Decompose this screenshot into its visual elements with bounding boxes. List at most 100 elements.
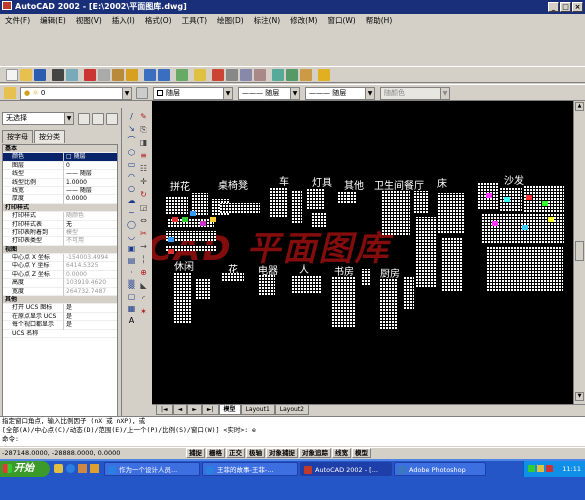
trim-icon[interactable]: ✂ (139, 229, 148, 238)
properties-icon[interactable] (272, 69, 284, 81)
quicklaunch-media-icon[interactable] (78, 464, 87, 473)
property-row[interactable]: 中心点 X 坐标 -154003.4994 (3, 254, 117, 263)
toggle-otrack[interactable]: 对象追踪 (299, 448, 331, 458)
redo-icon[interactable] (158, 69, 170, 81)
task-autocad[interactable]: AutoCAD 2002 - [... (300, 462, 392, 476)
scroll-down-icon[interactable]: ▼ (575, 392, 584, 401)
cad-block[interactable] (416, 217, 436, 287)
prev-tab-icon[interactable]: ◄ (172, 405, 188, 415)
menu-view[interactable]: 视图(V) (71, 14, 107, 28)
cad-block[interactable] (307, 189, 325, 209)
menu-tools[interactable]: 工具(T) (177, 14, 212, 28)
explode-icon[interactable]: ✶ (139, 307, 148, 316)
property-row[interactable]: 线宽 —— 随层 (3, 186, 117, 196)
fillet-icon[interactable]: ◜ (139, 294, 148, 303)
menu-file[interactable]: 文件(F) (0, 14, 35, 28)
menu-insert[interactable]: 插入(I) (107, 14, 140, 28)
toggle-pickadd-icon[interactable] (78, 113, 90, 125)
mtext-icon[interactable]: A (127, 316, 136, 325)
rectangle-icon[interactable]: ▭ (127, 160, 136, 169)
cad-block[interactable] (442, 237, 462, 291)
vertical-scrollbar[interactable]: ▲ ▼ (573, 101, 585, 404)
point-icon[interactable]: · (127, 268, 136, 277)
help-icon[interactable] (318, 69, 330, 81)
menu-window[interactable]: 窗口(W) (322, 14, 360, 28)
rotate-icon[interactable]: ↻ (139, 190, 148, 199)
cad-block[interactable] (348, 191, 356, 203)
layer-manager-icon[interactable] (4, 87, 16, 99)
toggle-model[interactable]: 模型 (352, 448, 371, 458)
design-center-icon[interactable] (286, 69, 298, 81)
copy-icon[interactable] (98, 69, 110, 81)
select-objects-icon[interactable] (92, 113, 104, 125)
insert-block-icon[interactable]: ▣ (127, 244, 136, 253)
zoom-window-icon[interactable] (240, 69, 252, 81)
property-category[interactable]: 视图 (3, 245, 117, 255)
cad-block[interactable] (312, 213, 326, 227)
cad-block[interactable] (438, 193, 464, 233)
polygon-icon[interactable]: ⬡ (127, 148, 136, 157)
cad-block[interactable] (259, 275, 275, 295)
cad-block[interactable] (166, 196, 188, 214)
property-row[interactable]: 打印表类型 不可用 (3, 237, 117, 246)
plotstyle-select[interactable]: 随颜色 ▼ (380, 87, 450, 100)
lineweight-select[interactable]: ——— 随层 ▼ (305, 87, 375, 100)
start-button[interactable]: 开始 (0, 461, 50, 477)
undo-icon[interactable] (144, 69, 156, 81)
quicklaunch-app-icon[interactable] (90, 464, 99, 473)
cad-block[interactable] (220, 203, 260, 213)
save-icon[interactable] (34, 69, 46, 81)
property-row[interactable]: 中心点 Z 坐标 0.0000 (3, 270, 117, 280)
tray-network-icon[interactable] (528, 465, 535, 472)
menu-dimension[interactable]: 标注(N) (249, 14, 285, 28)
color-select[interactable]: 随层 ▼ (153, 87, 233, 100)
property-row[interactable]: 打开 UCS 图标 是 (3, 304, 117, 313)
move-icon[interactable]: ✛ (139, 177, 148, 186)
toggle-lineweight[interactable]: 线宽 (332, 448, 351, 458)
task-music[interactable]: 王菲的故事-王菲-... (202, 462, 298, 476)
property-row[interactable]: 宽度 264732.7487 (3, 287, 117, 297)
hatch-icon[interactable]: ▒ (127, 280, 136, 289)
join-icon[interactable]: ⊕ (139, 268, 148, 277)
quicklaunch-folder-icon[interactable] (54, 464, 63, 473)
menu-format[interactable]: 格式(O) (140, 14, 177, 28)
make-block-icon[interactable]: ▤ (127, 256, 136, 265)
cad-block[interactable] (292, 275, 322, 293)
polyline-icon[interactable]: ⌒ (127, 136, 136, 145)
cad-block[interactable] (270, 187, 288, 217)
scale-icon[interactable]: ◲ (139, 203, 148, 212)
scroll-up-icon[interactable]: ▲ (575, 102, 584, 111)
ellipse-arc-icon[interactable]: ◡ (127, 232, 136, 241)
cad-block[interactable] (404, 277, 414, 309)
toggle-ortho[interactable]: 正交 (226, 448, 245, 458)
property-row[interactable]: 打印样式表 无 (3, 220, 117, 229)
zoom-previous-icon[interactable] (254, 69, 266, 81)
menu-modify[interactable]: 修改(M) (285, 14, 322, 28)
cad-block[interactable] (174, 273, 192, 323)
property-category[interactable]: 基本 (3, 145, 117, 154)
zoom-realtime-icon[interactable] (226, 69, 238, 81)
tab-layout2[interactable]: Layout2 (274, 405, 309, 415)
task-designer-article[interactable]: 作为一个设计人员... (104, 462, 200, 476)
menu-draw[interactable]: 绘图(D) (212, 14, 249, 28)
revcloud-icon[interactable]: ☁ (127, 196, 136, 205)
match-properties-icon[interactable] (126, 69, 138, 81)
tab-categorized[interactable]: 按分类 (34, 130, 65, 143)
circle-icon[interactable]: ○ (127, 184, 136, 193)
maximize-button[interactable]: □ (560, 2, 571, 12)
chamfer-icon[interactable]: ◣ (139, 281, 148, 290)
menu-edit[interactable]: 编辑(E) (35, 14, 71, 28)
paste-icon[interactable] (112, 69, 124, 81)
tab-alphabetic[interactable]: 按字母 (2, 130, 33, 143)
scroll-thumb[interactable] (575, 241, 584, 261)
cad-block[interactable] (292, 191, 302, 223)
property-row[interactable]: 每个视口都显示是 (3, 321, 117, 330)
toggle-osnap[interactable]: 对象捕捉 (266, 448, 298, 458)
table-icon[interactable]: ▦ (127, 304, 136, 313)
last-tab-icon[interactable]: ►| (201, 405, 219, 415)
next-tab-icon[interactable]: ► (187, 405, 202, 415)
property-category[interactable]: 打印样式 (3, 203, 117, 213)
close-button[interactable]: × (572, 2, 583, 12)
tray-app-icon[interactable] (546, 465, 553, 472)
property-row[interactable]: 线型比例 1.0000 (3, 178, 117, 187)
